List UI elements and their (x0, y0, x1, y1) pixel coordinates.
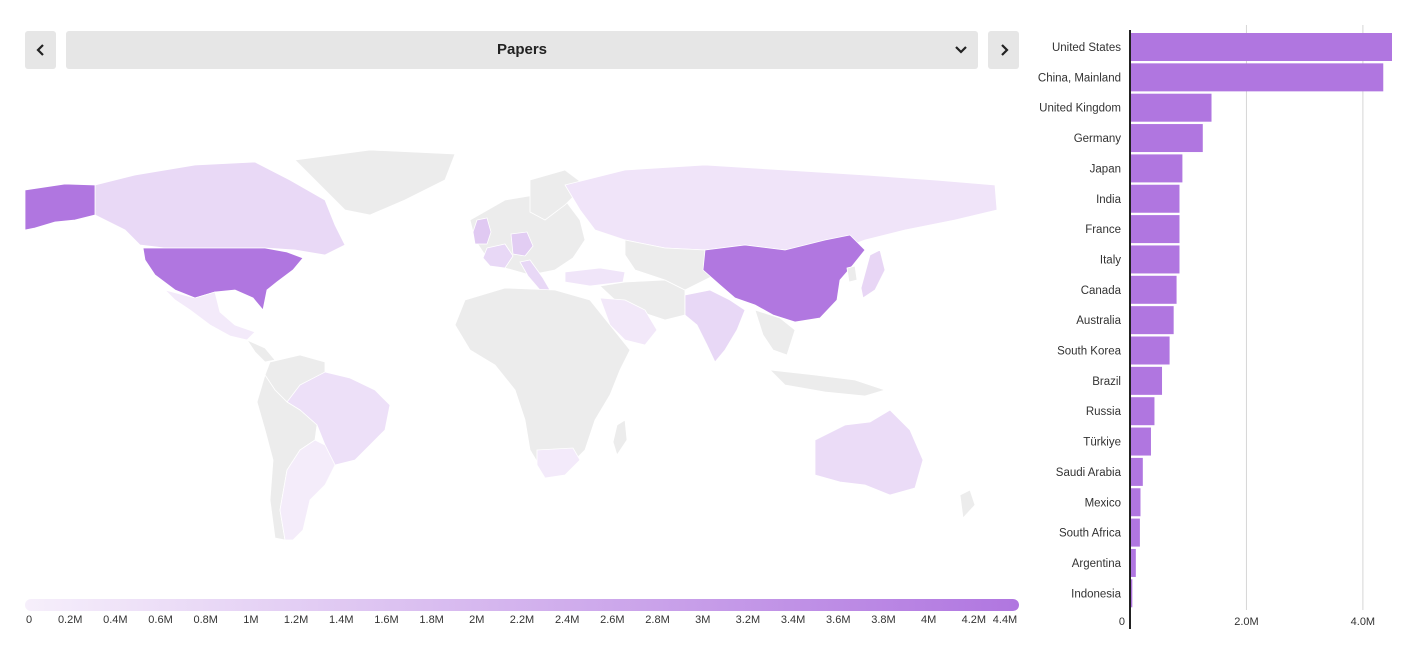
bar-category-label: Mexico (1085, 497, 1121, 509)
bar-category-label: Argentina (1072, 558, 1122, 570)
legend-tick-label: 3.6M (826, 614, 851, 626)
bar[interactable] (1130, 488, 1141, 517)
metric-dropdown-label: Papers (496, 41, 548, 58)
bar-category-label: South Africa (1059, 528, 1122, 540)
bar-category-label: Japan (1090, 163, 1121, 175)
legend-tick-label: 0.2M (57, 614, 83, 626)
bar-category-label: Russia (1086, 406, 1122, 418)
bar[interactable] (1130, 518, 1140, 547)
bar[interactable] (1130, 275, 1177, 304)
bar[interactable] (1130, 427, 1151, 456)
map-mexico[interactable] (163, 289, 256, 341)
map-united-states[interactable] (142, 247, 304, 311)
bar[interactable] (1130, 215, 1180, 244)
bar-category-label: South Korea (1057, 346, 1122, 358)
legend-tick-label: 0.4M (103, 614, 128, 626)
legend-tick-label: 1.2M (283, 614, 309, 626)
legend-tick-label: 1.8M (419, 614, 444, 626)
x-tick-label: 2.0M (1234, 616, 1258, 628)
bar-category-label: Australia (1076, 315, 1121, 327)
x-tick-label: 0 (1119, 616, 1125, 628)
legend-tick-label: 0.8M (193, 614, 218, 626)
legend-tick-label: 3M (695, 614, 711, 626)
legend-tick-label: 2.8M (645, 614, 670, 626)
x-tick-label: 4.0M (1351, 616, 1375, 628)
bar[interactable] (1130, 336, 1170, 365)
bar-category-label: United Kingdom (1039, 103, 1121, 115)
legend-tick-label: 1.6M (374, 614, 399, 626)
legend-tick-label: 3.8M (871, 614, 896, 626)
bar[interactable] (1130, 93, 1212, 122)
bar-category-label: France (1085, 224, 1121, 236)
bar[interactable] (1130, 457, 1143, 486)
bar-category-label: Brazil (1092, 376, 1121, 388)
map-new-zealand[interactable] (959, 489, 976, 519)
bar-category-label: China, Mainland (1038, 72, 1121, 84)
next-button[interactable] (988, 31, 1019, 69)
bar[interactable] (1130, 366, 1163, 395)
bar-category-label: Germany (1074, 133, 1122, 145)
map-south-africa[interactable] (536, 447, 581, 479)
chevron-left-icon (35, 44, 44, 56)
bar-category-label: Italy (1100, 254, 1121, 266)
map-japan[interactable] (860, 249, 886, 299)
map-canada[interactable] (94, 161, 346, 256)
legend-tick-label: 2.6M (600, 614, 625, 626)
map-madagascar[interactable] (612, 419, 628, 456)
map-africa[interactable] (454, 287, 631, 476)
legend-tick-label: 4.4M (992, 614, 1018, 626)
map-indonesia[interactable] (768, 369, 887, 397)
legend-tick-label: 4.2M (961, 614, 987, 626)
map-south-korea[interactable] (846, 265, 858, 283)
bar-category-label: United States (1052, 42, 1121, 54)
previous-button[interactable] (25, 31, 56, 69)
legend-tick-label: 2.2M (509, 614, 535, 626)
bar[interactable] (1130, 245, 1180, 274)
metric-dropdown[interactable]: Papers (66, 31, 978, 69)
legend-tick-label: 1M (243, 614, 259, 626)
bar-category-label: Canada (1081, 285, 1122, 297)
bar-category-label: India (1096, 194, 1122, 206)
legend-tick-label: 1.4M (329, 614, 354, 626)
bar[interactable] (1130, 63, 1384, 92)
bar-category-label: Saudi Arabia (1056, 467, 1122, 479)
legend-tick-label: 4M (920, 614, 937, 626)
bar[interactable] (1130, 124, 1203, 153)
map-alaska[interactable] (25, 183, 96, 231)
legend-tick-label: 0 (25, 614, 33, 626)
map-india[interactable] (684, 289, 746, 363)
color-scale-bar (25, 599, 1019, 611)
legend-tick-label: 2.4M (554, 614, 580, 626)
country-bar-chart: United States China, Mainland United Kingd… (1038, 25, 1392, 629)
bar-category-label: Indonesia (1071, 588, 1121, 600)
chevron-right-icon (1000, 44, 1009, 56)
legend-tick-label: 3.4M (780, 614, 806, 626)
bar[interactable] (1130, 184, 1180, 213)
map-australia[interactable] (814, 409, 924, 496)
color-scale-legend: 0 0.2M 0.4M 0.6M 0.8M 1M 1.2M 1.4M 1.6M 1.8M 2M 2.2… (25, 598, 1019, 638)
bar[interactable] (1130, 154, 1183, 183)
world-map[interactable] (25, 140, 1000, 560)
bar-category-label: Türkiye (1083, 437, 1121, 449)
legend-tick-label: 3.2M (735, 614, 761, 626)
legend-tick-label: 0.6M (148, 614, 173, 626)
legend-tick-label: 2M (469, 614, 485, 626)
map-central-america[interactable] (245, 339, 276, 363)
chevron-down-icon (955, 46, 967, 54)
bar[interactable] (1130, 33, 1392, 61)
bar[interactable] (1130, 306, 1174, 335)
bar[interactable] (1130, 397, 1155, 426)
